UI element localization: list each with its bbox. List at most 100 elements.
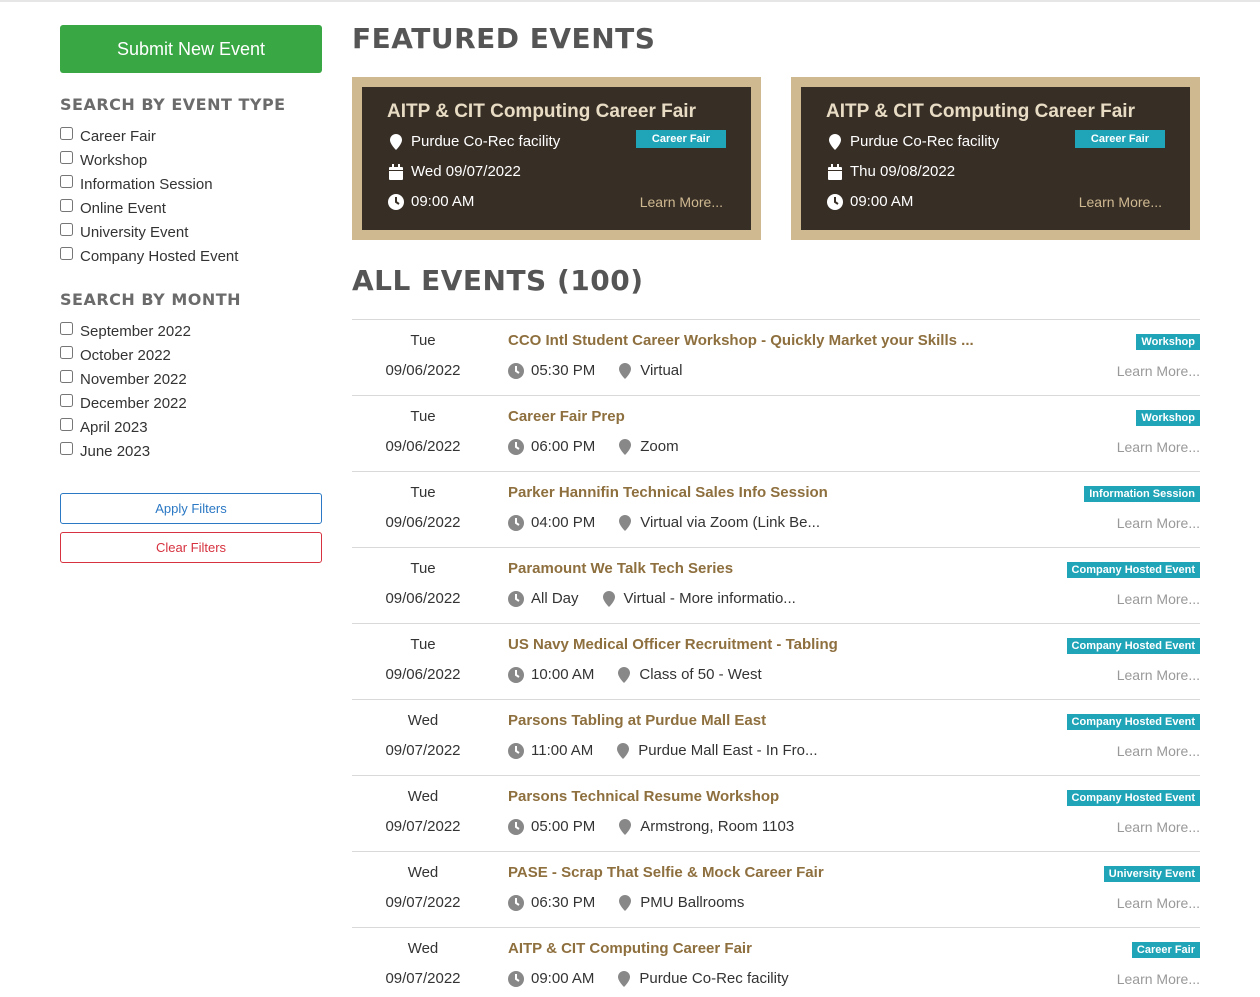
event-date: 09/07/2022 [385, 742, 461, 759]
filter-label: September 2022 [80, 322, 191, 340]
event-location: Virtual via Zoom (Link Be... [640, 514, 821, 531]
featured-location: Purdue Co-Rec facility [850, 133, 1000, 150]
learn-more-link[interactable]: Learn More... [1117, 819, 1200, 835]
filter-month-november-2022[interactable]: November 2022 [60, 367, 322, 391]
filter-month-september-2022[interactable]: September 2022 [60, 319, 322, 343]
map-marker-icon [388, 133, 404, 150]
filter-label: Career Fair [80, 127, 156, 145]
filter-information-session[interactable]: Information Session [60, 172, 322, 196]
event-location: Purdue Mall East - In Fro... [638, 742, 818, 759]
event-row[interactable]: Tue 09/06/2022 US Navy Medical Officer R… [352, 624, 1200, 700]
learn-more-link[interactable]: Learn More... [1117, 591, 1200, 607]
featured-card-inner: AITP & CIT Computing Career Fair Purdue … [362, 87, 751, 230]
december-2022-checkbox[interactable] [60, 393, 73, 407]
filter-month-october-2022[interactable]: October 2022 [60, 343, 322, 367]
submit-new-event-button[interactable]: Submit New Event [60, 25, 322, 73]
learn-more-link[interactable]: Learn More... [1117, 895, 1200, 911]
clock-icon [508, 894, 524, 911]
map-marker-icon [617, 894, 633, 911]
career-fair-checkbox[interactable] [60, 126, 73, 140]
november-2022-checkbox[interactable] [60, 369, 73, 383]
clock-icon [508, 818, 524, 835]
map-marker-icon [617, 438, 633, 455]
clock-icon [508, 742, 524, 759]
featured-date: Wed 09/07/2022 [411, 163, 521, 180]
april-2023-checkbox[interactable] [60, 417, 73, 431]
learn-more-link[interactable]: Learn More... [1117, 743, 1200, 759]
event-title-link[interactable]: Parker Hannifin Technical Sales Info Ses… [508, 484, 828, 501]
event-title-link[interactable]: CCO Intl Student Career Workshop - Quick… [508, 332, 974, 349]
june-2023-checkbox[interactable] [60, 441, 73, 455]
event-row[interactable]: Tue 09/06/2022 CCO Intl Student Career W… [352, 320, 1200, 396]
event-row[interactable]: Tue 09/06/2022 Paramount We Talk Tech Se… [352, 548, 1200, 624]
learn-more-link[interactable]: Learn More... [1079, 194, 1162, 210]
online-event-checkbox[interactable] [60, 198, 73, 212]
event-meta: 04:00 PM Virtual via Zoom (Link Be... [508, 514, 820, 531]
featured-events-title: FEATURED EVENTS [352, 22, 656, 55]
event-time: 11:00 AM [531, 742, 594, 759]
event-row[interactable]: Wed 09/07/2022 Parsons Tabling at Purdue… [352, 700, 1200, 776]
learn-more-link[interactable]: Learn More... [1117, 439, 1200, 455]
event-meta: 06:00 PM Zoom [508, 438, 679, 455]
all-events-title: ALL EVENTS (100) [352, 264, 644, 297]
filter-month-april-2023[interactable]: April 2023 [60, 415, 322, 439]
event-title-link[interactable]: Parsons Tabling at Purdue Mall East [508, 712, 766, 729]
event-row[interactable]: Tue 09/06/2022 Career Fair Prep 06:00 PM… [352, 396, 1200, 472]
event-row[interactable]: Wed 09/07/2022 AITP & CIT Computing Care… [352, 928, 1200, 997]
featured-date-row: Wed 09/07/2022 [388, 163, 521, 180]
featured-time-row: 09:00 AM [388, 193, 474, 210]
clock-icon [508, 362, 524, 379]
learn-more-link[interactable]: Learn More... [1117, 363, 1200, 379]
october-2022-checkbox[interactable] [60, 345, 73, 359]
event-date: 09/07/2022 [385, 894, 461, 911]
featured-event-title[interactable]: AITP & CIT Computing Career Fair [826, 101, 1135, 123]
event-title-link[interactable]: Parsons Technical Resume Workshop [508, 788, 779, 805]
filter-workshop[interactable]: Workshop [60, 148, 322, 172]
event-title-link[interactable]: AITP & CIT Computing Career Fair [508, 940, 752, 957]
event-time: 05:00 PM [531, 818, 596, 835]
workshop-checkbox[interactable] [60, 150, 73, 164]
map-marker-icon [617, 362, 633, 379]
event-title-link[interactable]: Career Fair Prep [508, 408, 625, 425]
filter-month-june-2023[interactable]: June 2023 [60, 439, 322, 463]
learn-more-link[interactable]: Learn More... [1117, 515, 1200, 531]
apply-filters-button[interactable]: Apply Filters [60, 493, 322, 524]
month-heading: SEARCH BY MONTH [60, 290, 242, 309]
september-2022-checkbox[interactable] [60, 321, 73, 335]
university-event-checkbox[interactable] [60, 222, 73, 236]
event-day: Wed [407, 788, 439, 805]
event-location: Class of 50 - West [639, 666, 762, 683]
clock-icon [508, 438, 524, 455]
event-time: 10:00 AM [531, 666, 595, 683]
filter-company-hosted-event[interactable]: Company Hosted Event [60, 244, 322, 268]
event-location: PMU Ballrooms [640, 894, 745, 911]
event-title-link[interactable]: US Navy Medical Officer Recruitment - Ta… [508, 636, 838, 653]
featured-event-title[interactable]: AITP & CIT Computing Career Fair [387, 101, 696, 123]
filter-career-fair[interactable]: Career Fair [60, 124, 322, 148]
event-location: Virtual - More informatio... [623, 590, 796, 607]
filter-label: December 2022 [80, 394, 187, 412]
event-type-badge: Company Hosted Event [1066, 790, 1200, 806]
featured-event-card[interactable]: AITP & CIT Computing Career Fair Purdue … [791, 77, 1200, 240]
learn-more-link[interactable]: Learn More... [640, 194, 723, 210]
learn-more-link[interactable]: Learn More... [1117, 667, 1200, 683]
filter-online-event[interactable]: Online Event [60, 196, 322, 220]
learn-more-link[interactable]: Learn More... [1117, 971, 1200, 987]
event-time: 05:30 PM [531, 362, 596, 379]
filter-sidebar: Submit New Event SEARCH BY EVENT TYPE Ca… [60, 25, 322, 563]
event-row[interactable]: Wed 09/07/2022 Parsons Technical Resume … [352, 776, 1200, 852]
clear-filters-button[interactable]: Clear Filters [60, 532, 322, 563]
event-title-link[interactable]: Paramount We Talk Tech Series [508, 560, 733, 577]
featured-event-card[interactable]: AITP & CIT Computing Career Fair Purdue … [352, 77, 761, 240]
event-date: 09/06/2022 [385, 666, 461, 683]
event-title-link[interactable]: PASE - Scrap That Selfie & Mock Career F… [508, 864, 824, 881]
featured-date-row: Thu 09/08/2022 [827, 163, 955, 180]
information-session-checkbox[interactable] [60, 174, 73, 188]
filter-university-event[interactable]: University Event [60, 220, 322, 244]
filter-label: November 2022 [80, 370, 187, 388]
filter-month-december-2022[interactable]: December 2022 [60, 391, 322, 415]
event-row[interactable]: Wed 09/07/2022 PASE - Scrap That Selfie … [352, 852, 1200, 928]
company-hosted-event-checkbox[interactable] [60, 246, 73, 260]
event-type-badge: University Event [1103, 866, 1200, 882]
event-row[interactable]: Tue 09/06/2022 Parker Hannifin Technical… [352, 472, 1200, 548]
